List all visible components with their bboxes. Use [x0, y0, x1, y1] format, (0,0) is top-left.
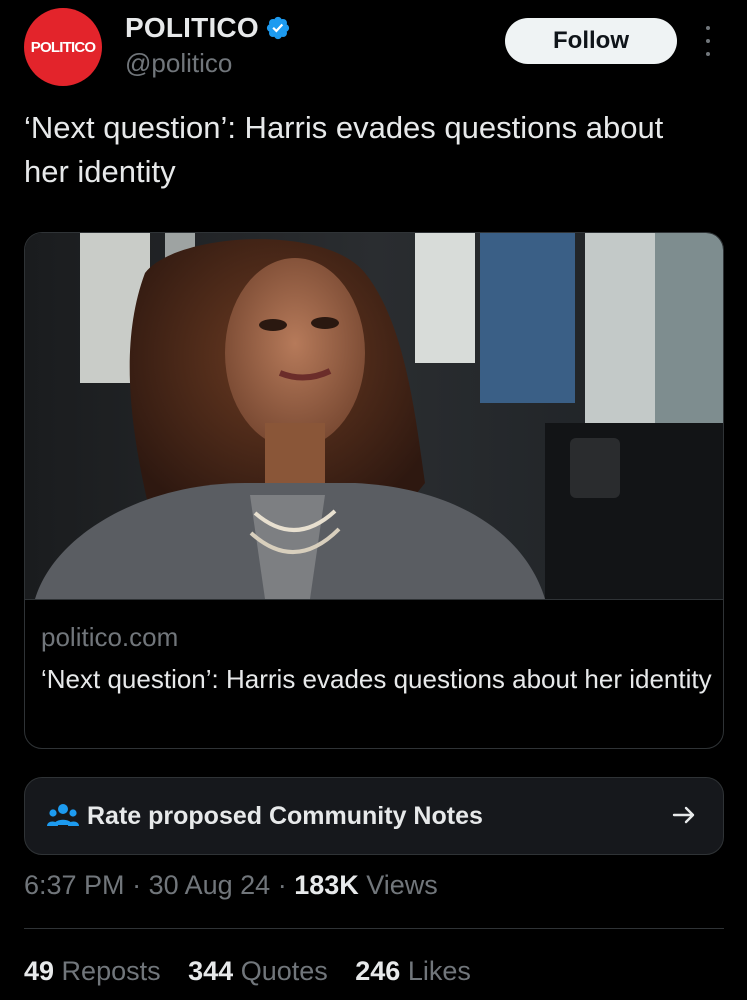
reposts-label: Reposts	[54, 956, 161, 986]
reposts-stat[interactable]: 49 Reposts	[24, 956, 161, 986]
people-icon	[47, 804, 79, 826]
quotes-label: Quotes	[233, 956, 328, 986]
reposts-count: 49	[24, 956, 55, 986]
avatar-logo-text: POLITICO	[30, 38, 96, 56]
card-title: ‘Next question’: Harris evades questions…	[41, 664, 712, 694]
arrow-right-icon	[672, 806, 695, 824]
follow-button[interactable]: Follow	[505, 18, 677, 64]
post-time[interactable]: 6:37 PM	[24, 870, 125, 900]
tweet-header: POLITICO POLITICO @politico Follow	[0, 0, 747, 100]
article-photo	[25, 233, 723, 599]
engagement-stats: 49 Reposts 344 Quotes 246 Likes	[24, 956, 491, 987]
more-vertical-icon[interactable]	[700, 26, 716, 56]
display-name[interactable]: POLITICO	[125, 12, 259, 44]
community-notes-label: Rate proposed Community Notes	[87, 801, 483, 830]
views-label: Views	[358, 870, 438, 900]
verified-badge-icon	[266, 16, 289, 40]
avatar[interactable]: POLITICO	[24, 8, 102, 86]
likes-stat[interactable]: 246 Likes	[355, 956, 471, 986]
tweet-meta: 6:37 PM · 30 Aug 24 · 183K Views	[24, 870, 438, 901]
divider	[24, 928, 724, 929]
name-row: POLITICO	[125, 12, 291, 44]
post-date[interactable]: 30 Aug 24	[149, 870, 271, 900]
likes-count: 246	[355, 956, 401, 986]
community-notes-button[interactable]: Rate proposed Community Notes	[24, 777, 724, 855]
handle[interactable]: @politico	[125, 48, 232, 79]
card-domain: politico.com	[41, 622, 179, 652]
likes-label: Likes	[400, 956, 471, 986]
quotes-stat[interactable]: 344 Quotes	[188, 956, 328, 986]
tweet-text: ‘Next question’: Harris evades questions…	[24, 110, 664, 189]
separator: ·	[124, 870, 149, 900]
quotes-count: 344	[188, 956, 234, 986]
card-meta: politico.com ‘Next question’: Harris eva…	[25, 599, 723, 748]
separator: ·	[270, 870, 295, 900]
link-card[interactable]: politico.com ‘Next question’: Harris eva…	[24, 232, 724, 749]
views-count: 183K	[294, 870, 359, 900]
